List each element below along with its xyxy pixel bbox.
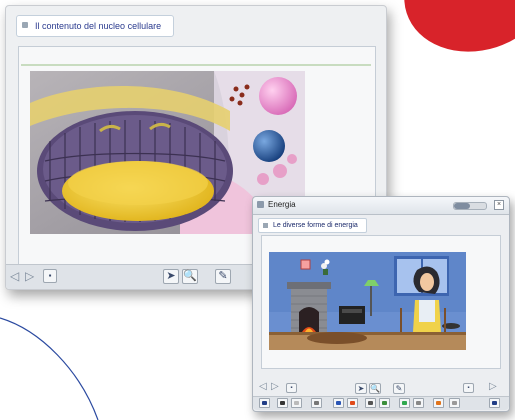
tool-button[interactable] — [449, 398, 460, 408]
tab-bullet-icon — [263, 223, 268, 228]
top-tool-row: ◁ ▷ ▪ ➤ 🔍 ✎ ▪ ▷ — [253, 382, 509, 395]
nav-forward-icon[interactable]: ▷ — [25, 270, 34, 282]
zoom-icon[interactable]: 🔍 — [182, 269, 198, 284]
bottom-tool-row — [253, 396, 509, 410]
window-icon — [257, 201, 264, 208]
tool-button[interactable] — [311, 398, 322, 408]
tool-button[interactable] — [333, 398, 344, 408]
energy-titlebar: Energia × — [253, 197, 509, 215]
energy-subtab[interactable]: Le diverse forme di energia — [258, 218, 367, 233]
speaker-icon[interactable] — [489, 398, 500, 408]
subtab-title: Le diverse forme di energia — [273, 222, 358, 229]
tool-button[interactable] — [259, 398, 270, 408]
tab-bullet-icon — [22, 22, 28, 28]
energy-illustration[interactable] — [269, 252, 466, 350]
nav-forward-icon[interactable]: ▷ — [489, 382, 497, 392]
page-icon[interactable]: ▪ — [463, 383, 474, 393]
page-icon[interactable]: ▪ — [43, 269, 57, 283]
pointer-icon[interactable]: ➤ — [355, 383, 367, 394]
nav-back-icon[interactable]: ◁ — [10, 270, 19, 282]
zoom-icon[interactable]: 🔍 — [369, 383, 381, 394]
window-title: Energia — [268, 200, 296, 209]
tool-button[interactable] — [433, 398, 444, 408]
energy-window: Energia × Le diverse forme di energia ◁ … — [252, 196, 510, 412]
nav-back-icon[interactable]: ◁ — [259, 382, 267, 392]
highlight-icon[interactable]: ✎ — [215, 269, 231, 284]
lesson-tab[interactable]: Il contenuto del nucleo cellulare — [16, 15, 175, 37]
lesson-title: Il contenuto del nucleo cellulare — [35, 21, 162, 31]
tool-button[interactable] — [413, 398, 424, 408]
nav-forward-icon[interactable]: ▷ — [271, 382, 279, 392]
tool-button[interactable] — [277, 398, 288, 408]
close-icon[interactable]: × — [494, 200, 504, 210]
tool-button[interactable] — [399, 398, 410, 408]
frame-header-line — [21, 64, 371, 66]
tool-button[interactable] — [365, 398, 376, 408]
page-icon[interactable]: ▪ — [286, 383, 297, 393]
highlight-icon[interactable]: ✎ — [393, 383, 405, 394]
energy-content-frame — [261, 235, 501, 369]
zoom-slider[interactable] — [453, 202, 487, 210]
tool-button[interactable] — [291, 398, 302, 408]
tool-button[interactable] — [379, 398, 390, 408]
tool-button[interactable] — [347, 398, 358, 408]
pointer-icon[interactable]: ➤ — [163, 269, 179, 284]
